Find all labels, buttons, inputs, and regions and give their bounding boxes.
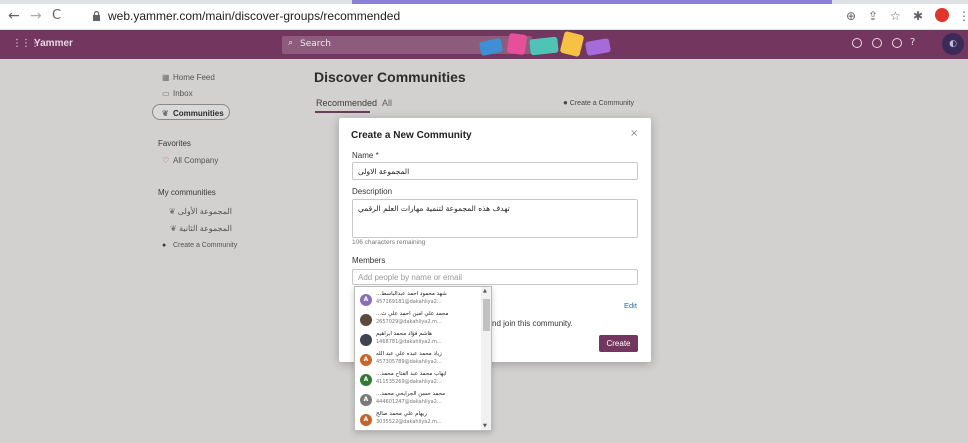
members-input[interactable]: Add people by name or email <box>352 269 638 285</box>
forward-icon[interactable]: → <box>30 9 42 23</box>
avatar: A <box>360 414 372 426</box>
member-email: 1468781@dakahliya2.m... <box>376 339 442 345</box>
member-email: 2657029@dakahliya2.m... <box>376 319 442 325</box>
join-text: nd join this community. <box>492 319 573 328</box>
member-suggestion-item[interactable]: A ايهاب محمد عبد الفتاح محمد... 411535269@… <box>355 371 481 389</box>
brand-logo[interactable]: Yammer <box>34 38 73 49</box>
member-name: محمد حسن الجرايحي محمد... <box>376 391 446 397</box>
member-email: 444601247@dakahliya2... <box>376 399 442 405</box>
member-name: زياد محمد عبده علي عبد الله <box>376 351 442 357</box>
address-bar[interactable]: web.yammer.com/main/discover-groups/reco… <box>108 9 400 23</box>
close-icon[interactable]: × <box>630 128 638 139</box>
description-label: Description <box>352 187 393 196</box>
member-email: 457169181@dakahliya2... <box>376 299 442 305</box>
member-name: ريهام علي محمد صالح <box>376 411 427 417</box>
share-icon[interactable]: ⇪ <box>868 9 878 23</box>
active-tab[interactable] <box>352 0 832 4</box>
scroll-down-icon[interactable]: ▼ <box>483 423 487 429</box>
back-icon[interactable]: ← <box>8 9 20 23</box>
zoom-icon[interactable]: ⊕ <box>846 9 856 23</box>
search-icon: ⌕ <box>288 38 294 48</box>
settings-icon[interactable] <box>892 38 902 48</box>
name-label: Name * <box>352 151 379 160</box>
members-placeholder: Add people by name or email <box>358 273 463 282</box>
avatar <box>360 314 372 326</box>
member-suggestion-item[interactable]: محمد علي امين احمد علي ت... 2657029@dakah… <box>355 311 481 329</box>
description-value: تهدف هذه المجموعة لتنمية مهارات العلم ال… <box>358 204 510 213</box>
member-email: 3035522@dakahliya2.m... <box>376 419 442 425</box>
extensions-icon[interactable]: ✱ <box>913 9 923 23</box>
browser-toolbar: ← → C web.yammer.com/main/discover-group… <box>0 0 968 30</box>
star-icon[interactable]: ☆ <box>890 9 901 23</box>
notifications-icon[interactable] <box>852 38 862 48</box>
member-name: شهد محمود أحمد عبدالباسط... <box>376 291 447 297</box>
members-suggestions: A شهد محمود أحمد عبدالباسط... 457169181@da… <box>354 286 492 431</box>
dialog-title: Create a New Community <box>351 130 472 141</box>
create-button[interactable]: Create <box>599 335 638 352</box>
characters-remaining: 106 characters remaining <box>352 239 426 246</box>
member-name: ايهاب محمد عبد الفتاح محمد... <box>376 371 447 377</box>
avatar: A <box>360 294 372 306</box>
members-label: Members <box>352 256 386 265</box>
name-value: المجموعة الاولى <box>358 167 410 176</box>
lock-icon <box>93 11 100 21</box>
member-suggestion-item[interactable]: A ريهام علي محمد صالح 3035522@dakahliya2.m… <box>355 411 481 429</box>
name-field[interactable]: المجموعة الاولى <box>352 162 638 180</box>
dropdown-scrollbar[interactable]: ▲ ▼ <box>481 287 491 430</box>
avatar <box>360 334 372 346</box>
edit-link[interactable]: Edit <box>624 301 637 310</box>
menu-icon[interactable]: ⋮ <box>958 9 968 23</box>
help-icon[interactable]: ? <box>910 37 915 48</box>
avatar: A <box>360 354 372 366</box>
tab-strip <box>0 0 968 4</box>
member-suggestion-item[interactable]: A زياد محمد عبده علي عبد الله 457305789@da… <box>355 351 481 369</box>
member-email: 411535269@dakahliya2... <box>376 379 442 385</box>
user-avatar[interactable]: ◐ <box>942 33 964 55</box>
extension-icon[interactable] <box>935 8 949 22</box>
member-name: محمد علي امين احمد علي ت... <box>376 311 449 317</box>
avatar: A <box>360 374 372 386</box>
member-suggestion-item[interactable]: هاشم فؤاد محمد ابراهيم 1468781@dakahliya2… <box>355 331 481 349</box>
member-suggestion-item[interactable]: A محمد حسن الجرايحي محمد... 444601247@daka… <box>355 391 481 409</box>
apps-icon[interactable] <box>872 38 882 48</box>
avatar: A <box>360 394 372 406</box>
header-banner-art <box>470 30 620 59</box>
member-suggestion-item[interactable]: A شهد محمود أحمد عبدالباسط... 457169181@da… <box>355 291 481 309</box>
scroll-up-icon[interactable]: ▲ <box>483 288 487 294</box>
description-field[interactable]: تهدف هذه المجموعة لتنمية مهارات العلم ال… <box>352 199 638 238</box>
member-name: هاشم فؤاد محمد ابراهيم <box>376 331 432 337</box>
reload-icon[interactable]: C <box>52 9 61 23</box>
member-email: 457305789@dakahliya2... <box>376 359 442 365</box>
scrollbar-thumb[interactable] <box>483 299 490 331</box>
search-placeholder: Search <box>300 39 331 49</box>
